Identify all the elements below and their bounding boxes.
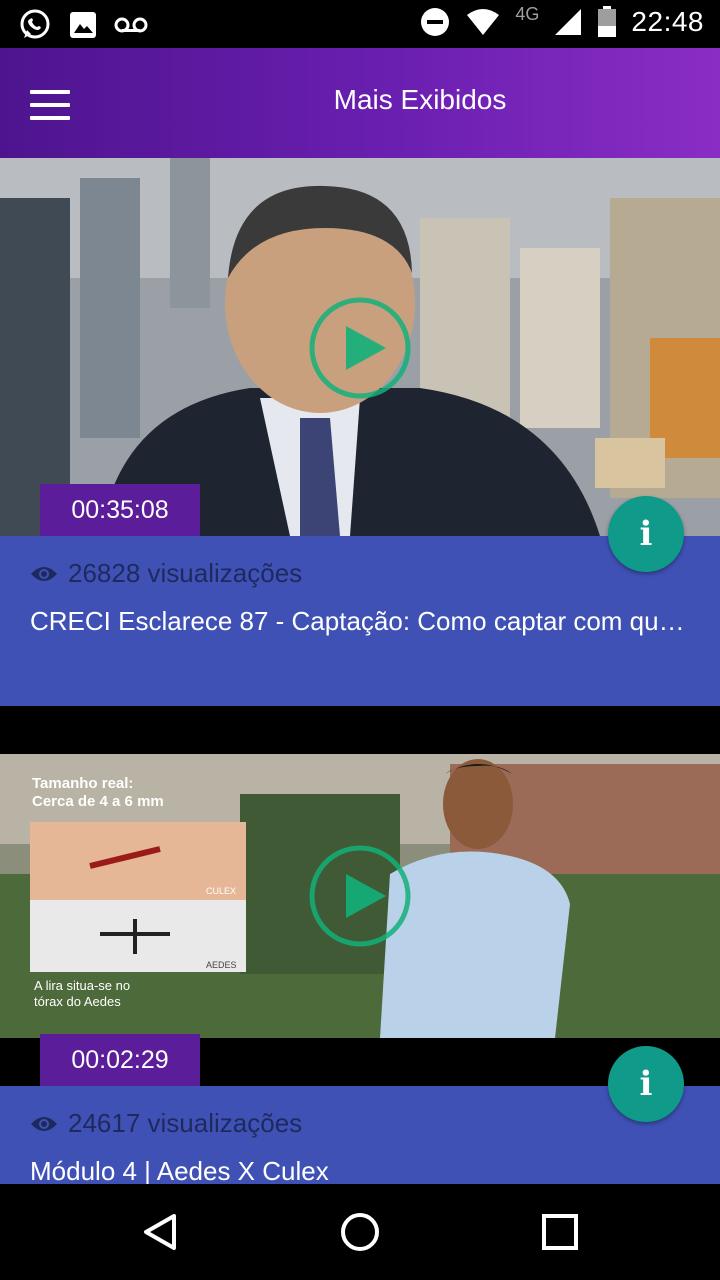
clock: 22:48 — [631, 6, 704, 37]
video-title[interactable]: Módulo 4 | Aedes X Culex — [30, 1156, 692, 1184]
info-button[interactable]: i — [608, 1046, 684, 1122]
video-thumbnail[interactable]: Tamanho real: Cerca de 4 a 6 mm CULEX AE… — [0, 754, 720, 1038]
video-thumbnail[interactable]: 00:35:08 — [0, 158, 720, 536]
video-feed[interactable]: 00:35:08 26828 visualizações CRECI Escla… — [0, 158, 720, 1184]
video-title[interactable]: CRECI Esclarece 87 - Captação: Como capt… — [30, 606, 692, 637]
gallery-icon — [70, 12, 96, 38]
recents-icon[interactable] — [536, 1208, 584, 1256]
app-bar: Mais Exibidos — [0, 48, 720, 158]
overlay-size-label: Tamanho real: — [32, 775, 133, 792]
back-icon[interactable] — [136, 1208, 184, 1256]
overlay-caption-1: A lira situa-se no — [34, 978, 130, 993]
battery-icon — [598, 6, 617, 37]
info-button[interactable]: i — [608, 496, 684, 572]
overlay-caption-2: tórax do Aedes — [34, 994, 121, 1009]
view-count: 26828 visualizações — [30, 558, 302, 589]
do-not-disturb-icon — [421, 8, 450, 36]
video-card[interactable]: Tamanho real: Cerca de 4 a 6 mm CULEX AE… — [0, 754, 720, 1184]
cell-signal-icon — [555, 9, 582, 35]
status-bar: 4G 22:48 — [0, 0, 720, 48]
overlay-species-culex: CULEX — [206, 886, 236, 896]
voicemail-icon — [114, 17, 148, 33]
view-count-label: 26828 visualizações — [68, 558, 303, 588]
overlay-size-value: Cerca de 4 a 6 mm — [32, 793, 164, 810]
play-icon[interactable] — [308, 844, 412, 948]
wifi-icon — [467, 9, 500, 35]
network-type-label: 4G — [515, 3, 540, 24]
duration-badge: 00:35:08 — [40, 484, 200, 536]
system-nav-bar — [0, 1184, 720, 1280]
view-count: 24617 visualizações — [30, 1108, 302, 1139]
duration-badge: 00:02:29 — [40, 1034, 200, 1086]
view-count-label: 24617 visualizações — [68, 1108, 303, 1138]
whatsapp-icon — [20, 9, 50, 39]
play-icon[interactable] — [308, 296, 412, 400]
page-title: Mais Exibidos — [333, 84, 507, 115]
eye-icon — [31, 1116, 57, 1131]
video-info-panel[interactable]: 26828 visualizações CRECI Esclarece 87 -… — [0, 536, 720, 706]
eye-icon — [31, 566, 57, 581]
overlay-species-aedes: AEDES — [206, 960, 237, 970]
video-card[interactable]: 00:35:08 26828 visualizações CRECI Escla… — [0, 158, 720, 706]
home-icon[interactable] — [336, 1208, 384, 1256]
